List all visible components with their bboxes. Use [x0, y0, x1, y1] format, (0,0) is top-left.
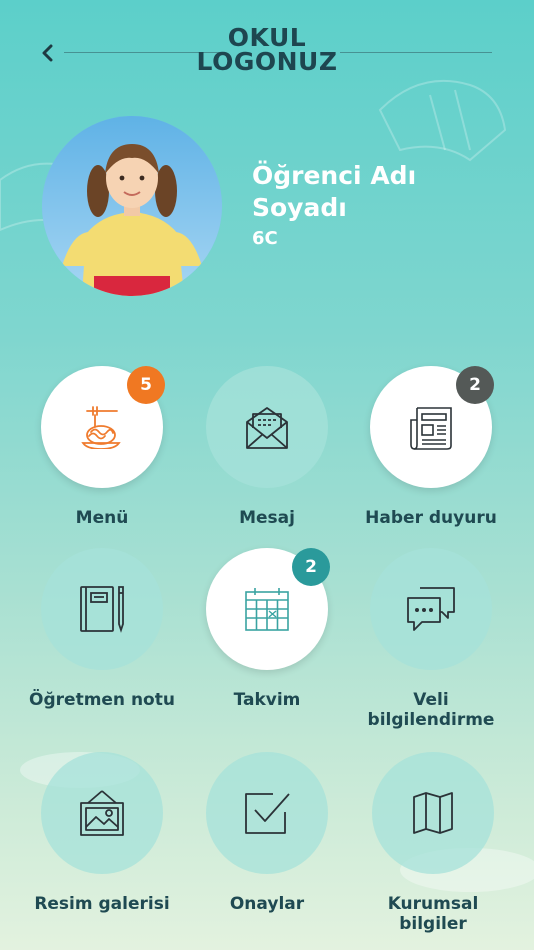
student-photo	[42, 116, 222, 296]
approvals-tile[interactable]: Onaylar	[187, 752, 347, 914]
message-tile[interactable]: Mesaj	[187, 366, 347, 528]
calendar-tile[interactable]: 2 Takvim	[187, 548, 347, 710]
news-badge: 2	[456, 366, 494, 404]
calendar-button[interactable]: 2	[206, 548, 330, 670]
parent-info-tile[interactable]: Veli bilgilendirme	[351, 548, 511, 730]
gallery-button[interactable]	[41, 752, 163, 874]
map-icon	[413, 792, 453, 834]
menu-label: Menü	[75, 508, 129, 528]
logo-line2: LOGONUZ	[196, 47, 338, 76]
calendar-icon	[245, 588, 289, 631]
news-label: Haber duyuru	[365, 508, 497, 528]
student-name: Öğrenci Adı Soyadı	[252, 161, 417, 222]
corporate-info-label: Kurumsal bilgiler	[387, 894, 479, 934]
news-tile[interactable]: 2 Haber duyuru	[351, 366, 511, 528]
student-class: 6C	[252, 228, 278, 249]
teacher-note-button[interactable]	[41, 548, 163, 670]
message-button[interactable]	[206, 366, 328, 488]
envelope-icon	[246, 407, 288, 449]
gallery-label: Resim galerisi	[34, 894, 170, 914]
calendar-badge: 2	[292, 548, 330, 586]
teacher-note-label: Öğretmen notu	[29, 690, 175, 710]
approvals-button[interactable]	[206, 752, 328, 874]
student-avatar[interactable]	[42, 116, 222, 296]
chat-bubbles-icon	[407, 587, 455, 631]
menu-badge: 5	[127, 366, 165, 404]
noodles-icon	[81, 406, 121, 449]
parent-info-button[interactable]	[370, 548, 492, 670]
corporate-info-button[interactable]	[372, 752, 494, 874]
approvals-label: Onaylar	[229, 894, 305, 914]
newspaper-icon	[410, 407, 452, 450]
corporate-info-tile[interactable]: Kurumsal bilgiler	[353, 752, 513, 934]
school-logo: OKUL LOGONUZ	[0, 25, 534, 76]
parent-info-label: Veli bilgilendirme	[367, 690, 495, 730]
news-button[interactable]: 2	[370, 366, 494, 488]
gallery-tile[interactable]: Resim galerisi	[22, 752, 182, 914]
message-label: Mesaj	[239, 508, 295, 528]
calendar-label: Takvim	[233, 690, 301, 710]
checkbox-icon	[245, 793, 290, 834]
notebook-icon	[80, 586, 124, 633]
menu-tile[interactable]: 5 Menü	[22, 366, 182, 528]
menu-button[interactable]: 5	[41, 366, 165, 488]
teacher-note-tile[interactable]: Öğretmen notu	[22, 548, 182, 710]
picture-frame-icon	[80, 790, 124, 836]
